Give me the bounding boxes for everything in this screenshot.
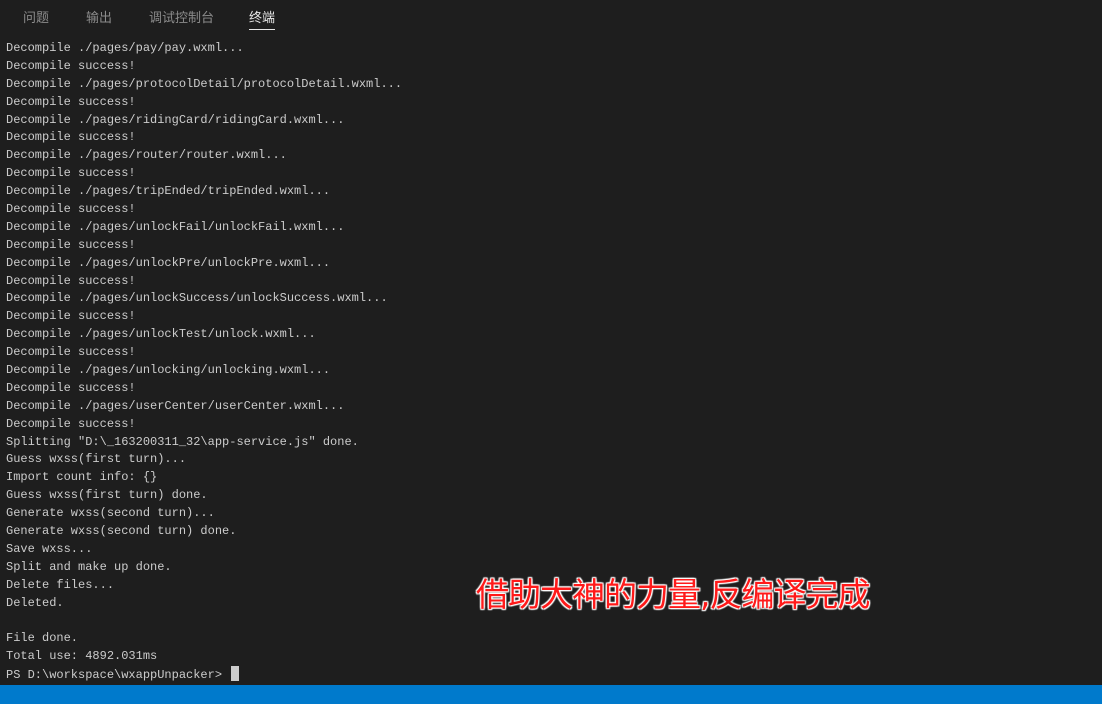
terminal-line: Splitting "D:\_163200311_32\app-service.… [6,434,359,449]
terminal-line: Import count info: {} [6,470,158,485]
terminal-line: Decompile ./pages/unlocking/unlocking.wx… [6,363,331,378]
terminal-line: Decompile success! [6,380,136,395]
terminal-prompt-line[interactable]: PS D:\workspace\wxappUnpacker> [6,666,1102,684]
terminal-line: Decompile success! [6,345,136,360]
terminal-line: Decompile success! [6,309,136,324]
terminal-line: Decompile ./pages/router/router.wxml... [6,148,287,163]
terminal-line: File done. [6,631,79,646]
panel-tabs: 问题 输出 调试控制台 终端 [0,0,1102,32]
terminal-line: Decompile ./pages/unlockFail/unlockFail.… [6,219,345,234]
terminal-line: Decompile ./pages/userCenter/userCenter.… [6,398,345,413]
terminal-line: Decompile success! [6,202,136,217]
terminal-line: Decompile success! [6,237,136,252]
terminal-line: Generate wxss(second turn) done. [6,524,237,539]
terminal-line: Generate wxss(second turn)... [6,506,215,521]
terminal-line: Decompile ./pages/ridingCard/ridingCard.… [6,112,345,127]
terminal-line: Decompile success! [6,416,136,431]
caption-overlay: 借助大神的力量,反编译完成 [476,575,870,614]
tab-debug-console[interactable]: 调试控制台 [149,0,214,32]
terminal-line: Decompile ./pages/tripEnded/tripEnded.wx… [6,184,331,199]
terminal-line: Decompile success! [6,94,136,109]
tab-terminal[interactable]: 终端 [249,0,276,30]
terminal-line: Decompile success! [6,273,136,288]
tab-problems[interactable]: 问题 [23,0,49,32]
terminal-line: Decompile ./pages/unlockTest/unlock.wxml… [6,327,316,342]
terminal-line: Guess wxss(first turn) done. [6,488,208,503]
tab-output[interactable]: 输出 [86,0,112,32]
terminal-line: Decompile success! [6,58,136,73]
status-bar [0,685,1102,704]
terminal-line: Decompile success! [6,166,136,181]
terminal-line: Save wxss... [6,541,93,556]
terminal-line: Guess wxss(first turn)... [6,452,187,467]
terminal-prompt: PS D:\workspace\wxappUnpacker> [6,668,230,683]
terminal-cursor [231,666,240,682]
terminal-line: Decompile ./pages/unlockSuccess/unlockSu… [6,291,388,306]
terminal-line: Decompile ./pages/unlockPre/unlockPre.wx… [6,255,331,270]
terminal-line: Total use: 4892.031ms [6,649,158,664]
terminal-line: Decompile ./pages/protocolDetail/protoco… [6,76,403,91]
terminal-line: Decompile success! [6,130,136,145]
terminal-line: Decompile ./pages/pay/pay.wxml... [6,41,244,55]
